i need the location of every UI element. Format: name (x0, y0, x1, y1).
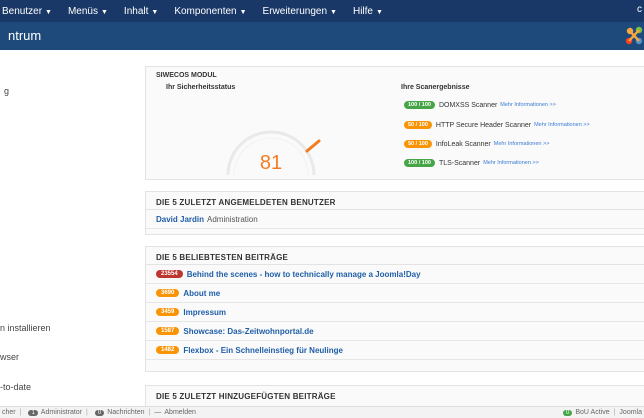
menu-inhalt[interactable]: Inhalt ▼ (124, 6, 166, 17)
scan-results-label: Ihre Scanergebnisse (401, 84, 470, 91)
hits-badge: 3459 (156, 308, 180, 316)
sidebar-item[interactable]: -to-date (0, 382, 31, 392)
score-badge: 100 / 100 (404, 101, 435, 109)
article-link[interactable]: Behind the scenes - how to technically m… (187, 270, 421, 279)
scan-result-row: 50 / 100 HTTP Secure Header Scanner Mehr… (404, 121, 590, 129)
more-info-link[interactable]: Mehr Informationen >> (483, 160, 539, 166)
scanner-name: HTTP Secure Header Scanner (435, 121, 532, 129)
status-left-text[interactable]: cher (2, 409, 16, 416)
user-role: Administration (207, 214, 258, 224)
user-link[interactable]: David Jardin (156, 215, 204, 224)
siwecos-panel: SIWECOS MODUL Ihr Sicherheitsstatus Ihre… (145, 66, 644, 180)
score-badge: 100 / 100 (404, 159, 435, 167)
panel-heading: DIE 5 ZULETZT ANGEMELDETEN BENUTZER (146, 192, 644, 210)
scanner-name: DOMXSS Scanner (438, 101, 498, 109)
score-badge: 50 / 100 (404, 121, 432, 129)
admin-count-badge: 1 (28, 409, 38, 416)
recent-articles-panel: DIE 5 ZULETZT HINZUGEFÜGTEN BEITRÄGE (145, 385, 644, 407)
admin-label[interactable]: Administrator (41, 409, 82, 416)
logout-link[interactable]: Abmelden (164, 409, 196, 416)
hits-badge: 1587 (156, 327, 180, 335)
gauge-needle (305, 139, 321, 153)
score-badge: 50 / 100 (404, 140, 432, 148)
bou-label[interactable]: BoU Active (575, 409, 609, 416)
menu-hilfe[interactable]: Hilfe ▼ (353, 6, 391, 17)
caret-down-icon: ▼ (239, 8, 247, 16)
nav-right-item[interactable]: c (637, 4, 642, 15)
scan-result-row: 100 / 100 TLS-Scanner Mehr Informationen… (404, 159, 539, 167)
panel-heading: DIE 5 ZULETZT HINZUGEFÜGTEN BEITRÄGE (156, 392, 336, 401)
security-gauge: 81 (226, 130, 321, 176)
list-item: David Jardin Administration (146, 210, 644, 229)
hits-badge: 23554 (156, 270, 183, 278)
siwecos-title: SIWECOS MODUL (156, 72, 217, 79)
scanner-name: InfoLeak Scanner (435, 140, 491, 148)
menu-benutzer[interactable]: Benutzer ▼ (2, 6, 60, 17)
menu-erweiterungen[interactable]: Erweiterungen ▼ (263, 6, 345, 17)
caret-down-icon: ▼ (375, 8, 383, 16)
sidebar-item[interactable]: wser (0, 352, 19, 362)
list-item: 1482 Flexbox - Ein Schnelleinstieg für N… (146, 341, 644, 360)
main-menu: Benutzer ▼ Menüs ▼ Inhalt ▼ Komponenten ▼ Er… (2, 0, 399, 22)
list-item: 3690 About me (146, 284, 644, 303)
caret-down-icon: ▼ (45, 8, 52, 16)
sidebar-item[interactable]: g (4, 86, 9, 96)
list-item: 23554 Behind the scenes - how to technic… (146, 265, 644, 284)
scan-result-row: 100 / 100 DOMXSS Scanner Mehr Informatio… (404, 101, 556, 109)
messages-label[interactable]: Nachrichten (107, 409, 144, 416)
more-info-link[interactable]: Mehr Informationen >> (494, 141, 550, 147)
article-link[interactable]: Flexbox - Ein Schnelleinstieg für Neulin… (183, 346, 343, 355)
status-bar: cher | 1 Administrator | 0 Nachrichten |… (0, 406, 644, 418)
top-navbar: Benutzer ▼ Menüs ▼ Inhalt ▼ Komponenten ▼ Er… (0, 0, 644, 22)
hits-badge: 1482 (156, 346, 180, 354)
joomla-logo-icon (625, 26, 643, 45)
page-title: ntrum (8, 28, 42, 43)
caret-down-icon: ▼ (330, 8, 337, 16)
sidebar-item[interactable]: n installieren (0, 323, 51, 333)
article-link[interactable]: Showcase: Das-Zeitwohnportal.de (183, 327, 313, 336)
hits-badge: 3690 (156, 289, 180, 297)
bou-count-badge: 0 (563, 409, 573, 416)
security-score: 81 (260, 152, 282, 174)
page-header: ntrum (0, 22, 644, 50)
article-link[interactable]: About me (183, 289, 220, 298)
caret-down-icon: ▼ (100, 8, 108, 16)
logged-in-users-panel: DIE 5 ZULETZT ANGEMELDETEN BENUTZER Davi… (145, 191, 644, 235)
scanner-name: TLS-Scanner (438, 159, 481, 167)
list-item: 3459 Impressum (146, 303, 644, 322)
article-link[interactable]: Impressum (183, 308, 226, 317)
scan-result-row: 50 / 100 InfoLeak Scanner Mehr Informati… (404, 140, 549, 148)
minus-icon: — (154, 409, 162, 416)
more-info-link[interactable]: Mehr Informationen >> (500, 102, 556, 108)
security-status-label: Ihr Sicherheitsstatus (166, 84, 236, 91)
more-info-link[interactable]: Mehr Informationen >> (534, 122, 590, 128)
message-count-badge: 0 (94, 409, 105, 416)
list-item: 1587 Showcase: Das-Zeitwohnportal.de (146, 322, 644, 341)
menu-menues[interactable]: Menüs ▼ (68, 6, 116, 17)
menu-komponenten[interactable]: Komponenten ▼ (174, 6, 254, 17)
popular-articles-panel: DIE 5 BELIEBTESTEN BEITRÄGE 23554 Behind… (145, 246, 644, 372)
caret-down-icon: ▼ (151, 8, 159, 16)
panel-heading: DIE 5 BELIEBTESTEN BEITRÄGE (146, 247, 644, 265)
joomla-label[interactable]: Joomla (619, 409, 642, 416)
